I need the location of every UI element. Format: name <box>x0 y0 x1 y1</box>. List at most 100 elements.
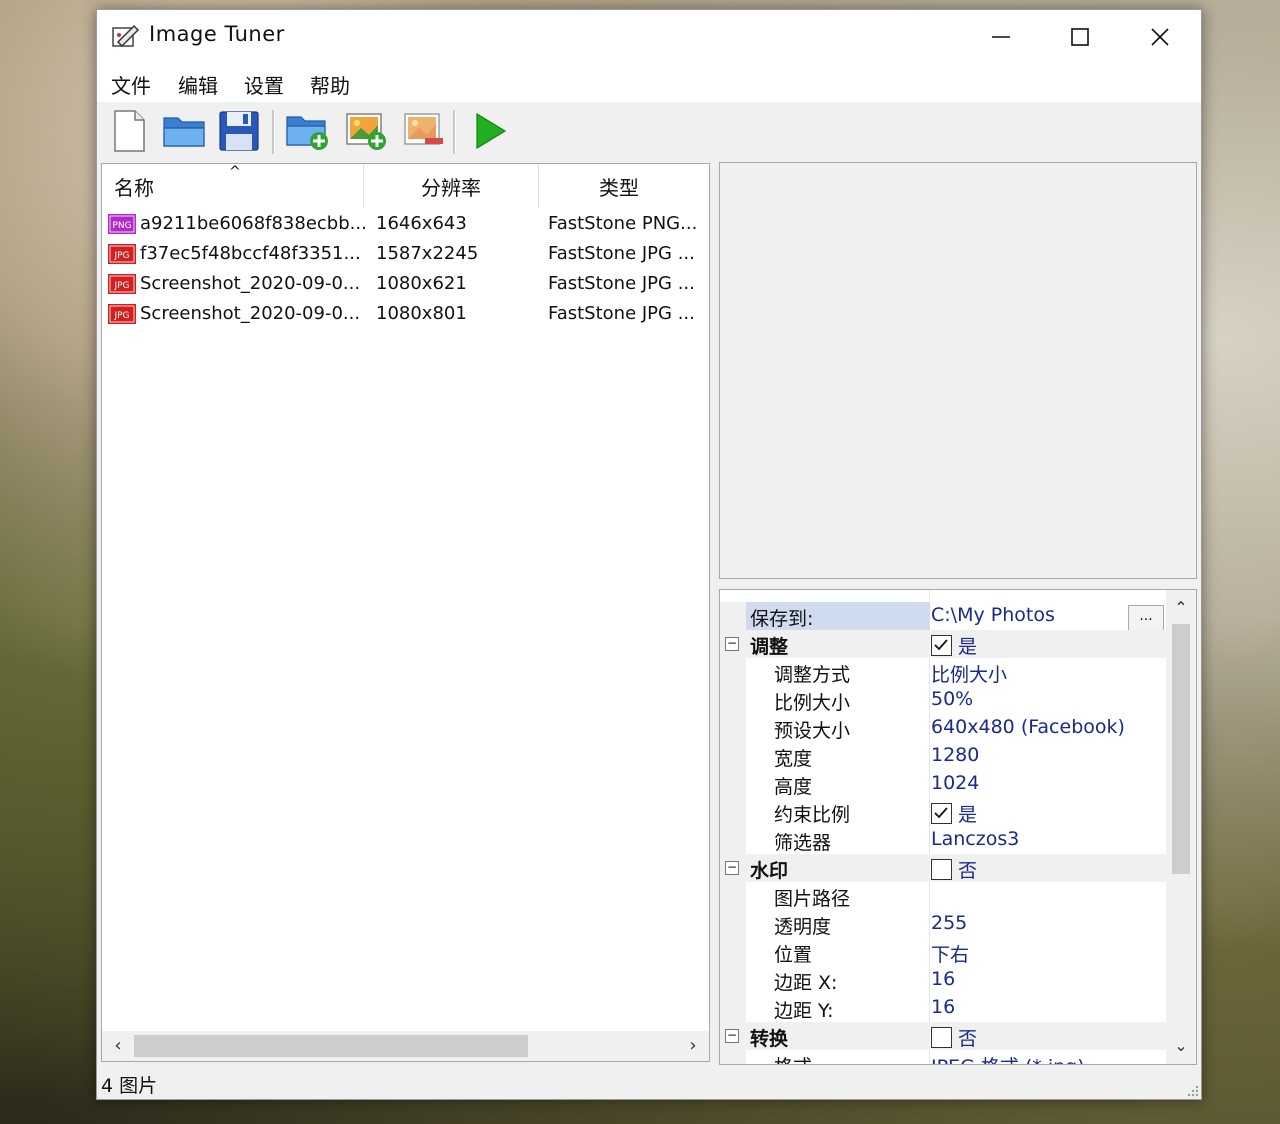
prop-save-to[interactable]: 保存到: C:\My Photos ... <box>720 602 1166 631</box>
remove-image-button[interactable] <box>400 107 448 155</box>
file-resolution: 1080x801 <box>376 303 467 324</box>
prop-row[interactable]: 筛选器 Lanczos3 <box>720 826 1166 854</box>
menu-edit[interactable]: 编辑 <box>174 68 222 101</box>
prop-label: 高度 <box>774 776 813 798</box>
prop-label: 保存到: <box>750 608 814 630</box>
horizontal-scrollbar[interactable]: ‹ › <box>102 1031 709 1061</box>
menu-settings[interactable]: 设置 <box>240 68 288 101</box>
column-type[interactable]: 类型 <box>539 164 699 208</box>
scroll-thumb[interactable] <box>134 1035 528 1057</box>
close-button[interactable] <box>1120 10 1200 64</box>
prop-row[interactable]: 约束比例 是 <box>720 798 1166 826</box>
open-folder-button[interactable] <box>160 107 208 155</box>
scroll-right-icon[interactable]: › <box>681 1035 705 1057</box>
jpg-file-icon: JPG <box>108 304 136 324</box>
jpg-file-icon: JPG <box>108 274 136 294</box>
prop-value[interactable]: C:\My Photos <box>931 604 1161 626</box>
prop-value[interactable]: 1280 <box>931 744 1161 766</box>
prop-row[interactable]: 宽度 1280 <box>720 742 1166 770</box>
collapse-icon[interactable]: − <box>725 637 739 651</box>
run-button[interactable] <box>466 107 514 155</box>
file-row[interactable]: JPG Screenshot_2020-09-0... 1080x621 Fas… <box>102 269 709 299</box>
minimize-button[interactable] <box>961 10 1041 64</box>
prop-row[interactable]: 预设大小 640x480 (Facebook) <box>720 714 1166 742</box>
menu-bar: 文件 编辑 设置 帮助 <box>97 64 1201 102</box>
menu-help[interactable]: 帮助 <box>306 68 354 101</box>
save-button[interactable] <box>215 107 263 155</box>
status-bar: 4 图片 <box>97 1067 1201 1099</box>
collapse-icon[interactable]: − <box>725 1029 739 1043</box>
add-image-button[interactable] <box>342 107 390 155</box>
file-type: FastStone PNG... <box>548 213 698 234</box>
add-folder-icon <box>286 116 328 150</box>
scroll-up-icon[interactable]: ⌃ <box>1170 598 1192 620</box>
group-resize[interactable]: − 调整 是 <box>720 630 1166 658</box>
collapse-icon[interactable]: − <box>725 861 739 875</box>
new-file-button[interactable] <box>105 107 153 155</box>
prop-label: 预设大小 <box>774 720 851 742</box>
prop-value[interactable]: 255 <box>931 912 1161 934</box>
properties-grid[interactable]: 保存到: C:\My Photos ... − 调整 是 调整方式 比例大小 比例… <box>719 589 1197 1065</box>
prop-value[interactable]: 640x480 (Facebook) <box>931 716 1161 738</box>
prop-value[interactable]: 比例大小 <box>931 660 1161 687</box>
resize-checkbox[interactable] <box>931 635 952 656</box>
convert-checkbox[interactable] <box>931 1027 952 1048</box>
group-label: 水印 <box>750 860 789 882</box>
svg-text:JPG: JPG <box>113 311 129 321</box>
prop-label: 边距 X: <box>774 972 838 994</box>
file-row[interactable]: PNG a9211be6068f838ecbb... 1646x643 Fast… <box>102 209 709 239</box>
watermark-checkbox[interactable] <box>931 859 952 880</box>
maximize-icon <box>1071 28 1089 46</box>
constrain-checkbox[interactable] <box>931 803 952 824</box>
new-file-icon <box>114 110 145 152</box>
prop-label: 比例大小 <box>774 692 851 714</box>
scroll-left-icon[interactable]: ‹ <box>106 1035 130 1057</box>
prop-row[interactable]: 格式 JPEG 格式 (*.jpg) <box>720 1050 1166 1064</box>
prop-label: 格式 <box>774 1052 812 1064</box>
group-label: 转换 <box>750 1028 789 1050</box>
vertical-scrollbar[interactable]: ⌃ ⌄ <box>1166 590 1196 1064</box>
toolbar <box>97 102 1201 162</box>
add-image-icon <box>346 113 386 150</box>
prop-row[interactable]: 边距 X: 16 <box>720 966 1166 994</box>
status-text: 4 图片 <box>101 1075 158 1097</box>
maximize-button[interactable] <box>1040 10 1120 64</box>
save-icon <box>219 111 259 151</box>
file-name: a9211be6068f838ecbb... <box>140 213 367 234</box>
resize-grip-icon[interactable] <box>1185 1083 1199 1097</box>
group-convert[interactable]: − 转换 否 <box>720 1022 1166 1050</box>
prop-row[interactable]: 调整方式 比例大小 <box>720 658 1166 686</box>
column-resolution[interactable]: 分辨率 <box>364 164 538 208</box>
file-row[interactable]: JPG f37ec5f48bccf48f3351... 1587x2245 Fa… <box>102 239 709 269</box>
file-row[interactable]: JPG Screenshot_2020-09-0... 1080x801 Fas… <box>102 299 709 329</box>
prop-value[interactable]: 1024 <box>931 772 1161 794</box>
prop-value[interactable]: 16 <box>931 996 1161 1018</box>
prop-value[interactable]: 下右 <box>931 940 1161 967</box>
browse-button[interactable]: ... <box>1128 605 1164 631</box>
file-type: FastStone JPG ... <box>548 243 695 264</box>
prop-value: 是 <box>958 804 978 826</box>
scroll-down-icon[interactable]: ⌄ <box>1170 1036 1192 1058</box>
prop-value[interactable]: Lanczos3 <box>931 828 1161 850</box>
prop-row[interactable]: 边距 Y: 16 <box>720 994 1166 1022</box>
prop-row[interactable]: 位置 下右 <box>720 938 1166 966</box>
group-watermark[interactable]: − 水印 否 <box>720 854 1166 882</box>
prop-row[interactable]: 比例大小 50% <box>720 686 1166 714</box>
file-name: f37ec5f48bccf48f3351... <box>140 243 361 264</box>
add-folder-button[interactable] <box>284 107 332 155</box>
scroll-thumb[interactable] <box>1172 624 1190 874</box>
file-list[interactable]: 名称 ^ 分辨率 类型 PNG a9211be6068f838ecbb... 1… <box>101 163 710 1062</box>
prop-value[interactable]: JPEG 格式 (*.jpg) <box>931 1052 1161 1064</box>
prop-row[interactable]: 高度 1024 <box>720 770 1166 798</box>
prop-value[interactable]: 50% <box>931 688 1161 710</box>
prop-label: 图片路径 <box>774 888 851 910</box>
prop-row[interactable]: 透明度 255 <box>720 910 1166 938</box>
file-resolution: 1587x2245 <box>376 243 479 264</box>
prop-value[interactable]: 16 <box>931 968 1161 990</box>
prop-row[interactable]: 图片路径 <box>720 882 1166 910</box>
menu-file[interactable]: 文件 <box>107 68 155 101</box>
watermark-value: 否 <box>958 860 978 882</box>
resize-value: 是 <box>958 636 978 658</box>
prop-label: 约束比例 <box>774 804 851 826</box>
file-resolution: 1080x621 <box>376 273 467 294</box>
